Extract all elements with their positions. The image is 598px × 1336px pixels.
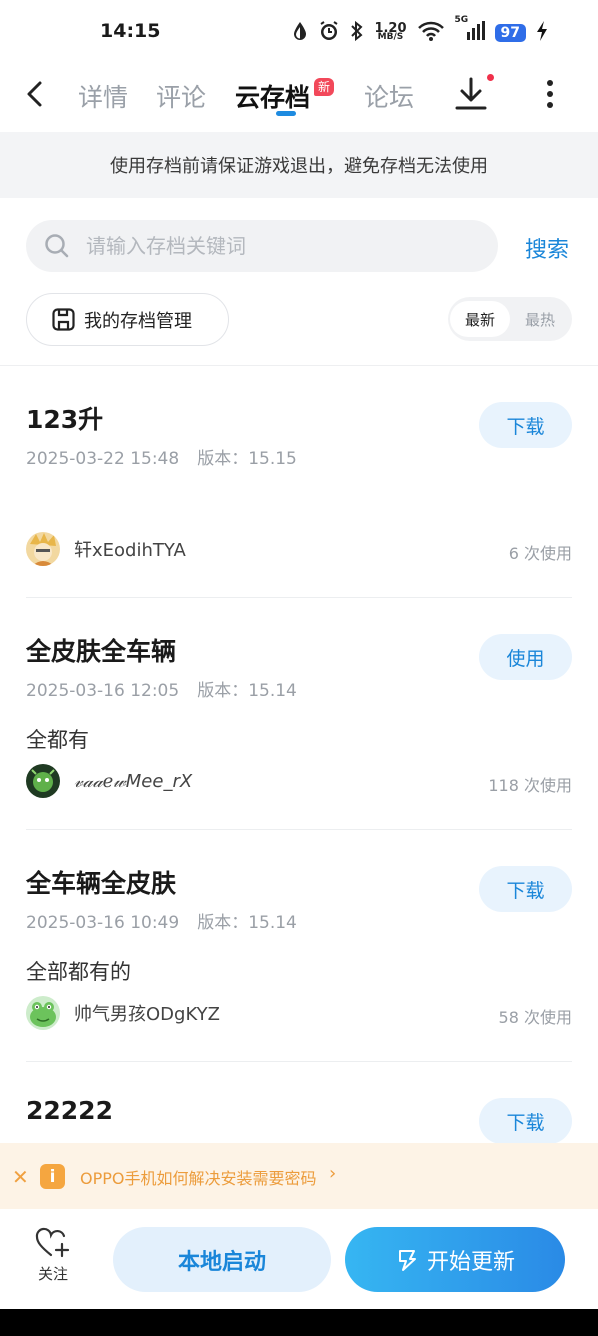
top-nav: 详情 评论 云存档 新 论坛 (0, 66, 598, 132)
download-button[interactable]: 下载 (479, 402, 572, 448)
back-icon[interactable] (22, 80, 50, 108)
local-launch-button[interactable]: 本地启动 (113, 1227, 331, 1292)
search-bar[interactable] (26, 220, 498, 272)
chevron-right-icon: › (329, 1163, 337, 1184)
active-tab-indicator (276, 111, 296, 116)
save-item[interactable]: 全车辆全皮肤 2025-03-16 10:49 版本：15.14 全部都有的 帅气… (26, 864, 572, 1064)
use-count: 6 次使用 (508, 544, 572, 563)
save-version: 版本：15.14 (197, 681, 297, 701)
tab-cloud-saves[interactable]: 云存档 (235, 78, 310, 114)
search-button[interactable]: 搜索 (525, 232, 569, 264)
use-button[interactable]: 使用 (479, 634, 572, 680)
alarm-icon (318, 20, 340, 46)
sort-newest[interactable]: 最新 (450, 301, 510, 337)
save-date: 2025-03-22 15:48 (26, 449, 180, 469)
download-notification-dot (487, 74, 494, 81)
search-input[interactable] (86, 234, 466, 258)
save-title: 全车辆全皮肤 (26, 869, 177, 898)
follow-button[interactable]: 关注 (30, 1227, 76, 1284)
heart-plus-icon (35, 1227, 71, 1259)
uploader-name: 𝓋𝒶𝒶ℯ𝓌Mee_rX (74, 770, 193, 792)
save-date: 2025-03-16 10:49 (26, 913, 180, 933)
network-type: 5G (454, 15, 469, 25)
status-bar: 14:15 1.20 MB/S 5G 97 (0, 0, 598, 66)
charging-icon (536, 21, 548, 45)
tab-comments[interactable]: 评论 (156, 78, 206, 114)
update-icon (395, 1248, 419, 1272)
save-date: 2025-03-16 12:05 (26, 681, 180, 701)
my-saves-manage-button[interactable]: 我的存档管理 (26, 293, 229, 346)
start-update-label: 开始更新 (426, 1249, 515, 1275)
uploader-name: 轩xEodihTYA (74, 540, 186, 561)
save-item[interactable]: 22222 下载 (26, 1096, 572, 1143)
save-title: 123升 (26, 405, 104, 434)
notice-banner: 使用存档前请保证游戏退出，避免存档无法使用 (0, 132, 598, 198)
info-icon: i (40, 1164, 65, 1189)
use-count: 58 次使用 (498, 1008, 572, 1027)
avatar (26, 764, 60, 798)
start-update-button[interactable]: 开始更新 (345, 1227, 565, 1292)
avatar (26, 996, 60, 1030)
save-description: 全都有 (26, 728, 89, 752)
save-meta: 2025-03-16 10:49 版本：15.14 (26, 908, 297, 933)
download-button[interactable]: 下载 (479, 866, 572, 912)
uploader[interactable]: 帅气男孩ODgKYZ (26, 996, 220, 1030)
tab-details[interactable]: 详情 (78, 78, 128, 114)
new-badge: 新 (314, 78, 335, 96)
sort-hottest[interactable]: 最热 (510, 301, 570, 337)
item-divider (26, 1061, 572, 1062)
manage-label: 我的存档管理 (84, 310, 192, 332)
uploader-name: 帅气男孩ODgKYZ (74, 1004, 220, 1025)
save-description: 全部都有的 (26, 960, 131, 984)
bottom-action-bar: 关注 本地启动 开始更新 (0, 1209, 598, 1309)
save-meta: 2025-03-16 12:05 版本：15.14 (26, 676, 297, 701)
network-speed: 1.20 MB/S (374, 22, 406, 42)
save-item[interactable]: 123升 2025-03-22 15:48 版本：15.15 轩xEodihTYA… (26, 400, 572, 600)
save-version: 版本：15.15 (197, 449, 297, 469)
bluetooth-icon (350, 20, 364, 46)
section-divider (0, 365, 598, 366)
save-meta: 2025-03-22 15:48 版本：15.15 (26, 444, 297, 469)
save-icon (51, 307, 76, 332)
close-icon[interactable]: ✕ (12, 1165, 29, 1189)
save-item[interactable]: 全皮肤全车辆 2025-03-16 12:05 版本：15.14 全都有 𝓋𝒶𝒶ℯ… (26, 632, 572, 832)
more-vertical-icon[interactable] (540, 78, 560, 110)
avatar (26, 532, 60, 566)
search-icon (44, 233, 70, 259)
save-title: 全皮肤全车辆 (26, 637, 177, 666)
status-icons: 1.20 MB/S 5G 97 (292, 16, 548, 48)
sort-toggle: 最新 最热 (448, 297, 572, 341)
wifi-icon (417, 20, 445, 46)
uploader[interactable]: 𝓋𝒶𝒶ℯ𝓌Mee_rX (26, 764, 192, 798)
drop-icon (292, 21, 308, 45)
use-count: 118 次使用 (488, 776, 572, 795)
tab-forum[interactable]: 论坛 (364, 78, 414, 114)
download-icon[interactable] (454, 76, 488, 112)
download-button[interactable]: 下载 (479, 1098, 572, 1143)
status-time: 14:15 (100, 20, 161, 42)
uploader[interactable]: 轩xEodihTYA (26, 532, 186, 566)
cellular-signal-icon: 5G (455, 16, 485, 46)
system-nav-bar (0, 1309, 598, 1336)
tip-banner[interactable]: ✕ i OPPO手机如何解决安装需要密码 › (0, 1143, 598, 1209)
item-divider (26, 597, 572, 598)
speed-unit: MB/S (377, 32, 404, 42)
item-divider (26, 829, 572, 830)
follow-label: 关注 (37, 1265, 68, 1283)
save-version: 版本：15.14 (197, 913, 297, 933)
save-title: 22222 (26, 1096, 113, 1125)
tip-text: OPPO手机如何解决安装需要密码 (80, 1169, 317, 1188)
battery-level: 97 (494, 24, 526, 42)
